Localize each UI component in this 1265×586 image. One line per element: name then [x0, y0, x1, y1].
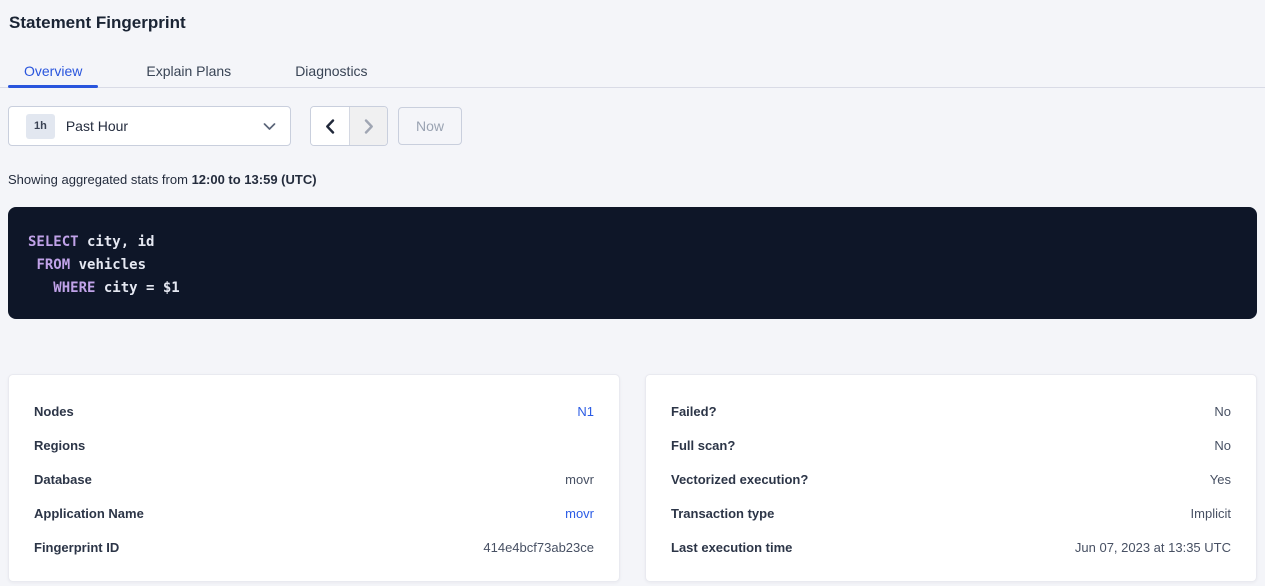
last-execution-label: Last execution time — [671, 540, 792, 555]
transaction-type-label: Transaction type — [671, 506, 774, 521]
sql-keyword: SELECT — [28, 234, 79, 250]
tab-explain-plans-label: Explain Plans — [146, 63, 231, 79]
statement-details-card: Nodes N1 Regions Database movr Applicati… — [8, 374, 620, 582]
full-scan-value: No — [1214, 438, 1231, 453]
detail-row-vectorized: Vectorized execution? Yes — [671, 462, 1231, 496]
nodes-link[interactable]: N1 — [577, 404, 594, 419]
failed-value: No — [1214, 404, 1231, 419]
sql-line: WHERE city = $1 — [28, 277, 1237, 300]
tab-diagnostics-label: Diagnostics — [295, 63, 367, 79]
fingerprint-id-label: Fingerprint ID — [34, 540, 119, 555]
database-label: Database — [34, 472, 92, 487]
chevron-left-icon — [325, 119, 335, 134]
tab-overview-label: Overview — [24, 63, 82, 79]
application-name-label: Application Name — [34, 506, 144, 521]
vectorized-label: Vectorized execution? — [671, 472, 808, 487]
aggregated-stats-prefix: Showing aggregated stats from — [8, 172, 192, 187]
execution-attributes-card: Failed? No Full scan? No Vectorized exec… — [645, 374, 1257, 582]
time-interval-badge: 1h — [26, 114, 55, 139]
database-value: movr — [565, 472, 594, 487]
detail-row-fingerprint-id: Fingerprint ID 414e4bcf73ab23ce — [34, 530, 594, 564]
tab-explain-plans[interactable]: Explain Plans — [130, 55, 247, 87]
tab-overview[interactable]: Overview — [8, 55, 98, 87]
now-button[interactable]: Now — [398, 107, 462, 145]
detail-row-failed: Failed? No — [671, 394, 1231, 428]
sql-line: SELECT city, id — [28, 231, 1237, 254]
full-scan-label: Full scan? — [671, 438, 735, 453]
chevron-right-icon — [364, 119, 374, 134]
aggregated-stats-text: Showing aggregated stats from 12:00 to 1… — [8, 172, 1257, 187]
time-controls-row: 1h Past Hour Now — [8, 106, 1257, 146]
aggregated-stats-range: 12:00 to 13:59 (UTC) — [192, 172, 317, 187]
time-interval-dropdown[interactable]: 1h Past Hour — [8, 106, 291, 146]
detail-row-database: Database movr — [34, 462, 594, 496]
application-name-link[interactable]: movr — [565, 506, 594, 521]
chevron-down-icon — [263, 122, 276, 131]
page-title: Statement Fingerprint — [9, 13, 1257, 33]
fingerprint-id-value: 414e4bcf73ab23ce — [483, 540, 594, 555]
detail-row-application-name: Application Name movr — [34, 496, 594, 530]
previous-interval-button[interactable] — [311, 107, 349, 145]
sql-line: FROM vehicles — [28, 254, 1237, 277]
last-execution-value: Jun 07, 2023 at 13:35 UTC — [1075, 540, 1231, 555]
sql-statement-box: SELECT city, id FROM vehicles WHERE city… — [8, 207, 1257, 319]
next-interval-button[interactable] — [349, 107, 387, 145]
sql-keyword: WHERE — [53, 280, 95, 296]
failed-label: Failed? — [671, 404, 717, 419]
tab-bar: Overview Explain Plans Diagnostics — [0, 55, 1265, 88]
detail-row-full-scan: Full scan? No — [671, 428, 1231, 462]
regions-label: Regions — [34, 438, 85, 453]
detail-row-last-execution: Last execution time Jun 07, 2023 at 13:3… — [671, 530, 1231, 564]
sql-keyword: FROM — [36, 257, 70, 273]
detail-row-regions: Regions — [34, 428, 594, 462]
time-step-button-group — [310, 106, 388, 146]
transaction-type-value: Implicit — [1191, 506, 1231, 521]
detail-row-transaction-type: Transaction type Implicit — [671, 496, 1231, 530]
vectorized-value: Yes — [1210, 472, 1231, 487]
time-interval-label: Past Hour — [66, 118, 263, 134]
detail-row-nodes: Nodes N1 — [34, 394, 594, 428]
detail-cards: Nodes N1 Regions Database movr Applicati… — [8, 374, 1257, 582]
nodes-label: Nodes — [34, 404, 74, 419]
tab-diagnostics[interactable]: Diagnostics — [279, 55, 383, 87]
